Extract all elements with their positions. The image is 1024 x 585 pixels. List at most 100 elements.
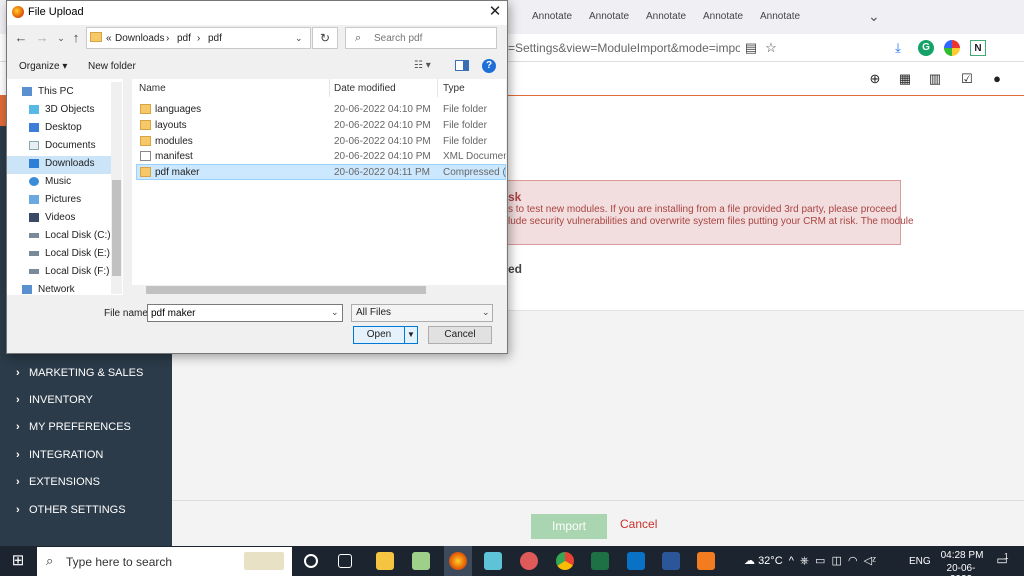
app-icon[interactable] [484, 552, 502, 570]
organize-button[interactable]: Organize ▾ [19, 61, 67, 72]
xampp-icon[interactable] [697, 552, 715, 570]
file-name[interactable]: languages [155, 104, 201, 115]
computer-icon [22, 86, 32, 96]
breadcrumb-separator: › [166, 33, 170, 44]
cube-icon [29, 104, 39, 114]
plus-circle-icon[interactable]: ⊕ [868, 72, 882, 86]
open-button[interactable]: Open [353, 326, 405, 344]
nav-item-network[interactable]: Network [22, 285, 122, 295]
column-divider[interactable] [329, 79, 330, 97]
chevron-right-icon: › [16, 421, 20, 433]
download-icon[interactable]: ⤓ [890, 40, 906, 56]
column-header-date[interactable]: Date modified [334, 83, 396, 94]
url-text[interactable]: =Settings&view=ModuleImport&mode=importU [508, 41, 740, 55]
breadcrumb-item-downloads[interactable]: Downloads [115, 33, 164, 44]
calendar-icon[interactable]: ▦ [898, 72, 912, 86]
nav-scroll-thumb[interactable] [112, 180, 121, 276]
file-name[interactable]: pdf maker [155, 167, 199, 178]
chevron-down-icon[interactable]: ⌄ [331, 307, 341, 318]
search-highlight-icon [244, 552, 284, 570]
close-icon[interactable]: ✕ [488, 4, 502, 20]
search-icon: ⌕ [46, 553, 54, 568]
file-name-input[interactable] [147, 304, 343, 322]
sidebar-item-my-preferences[interactable]: › MY PREFERENCES [16, 419, 131, 435]
file-type: File folder [443, 104, 487, 115]
browser-tab[interactable]: Annotate [532, 6, 588, 28]
browser-tab[interactable]: Annotate [703, 6, 759, 28]
back-arrow-icon[interactable]: ← [14, 31, 28, 45]
vscode-icon[interactable] [627, 552, 645, 570]
file-name[interactable]: modules [155, 136, 193, 147]
dialog-cancel-button[interactable]: Cancel [428, 326, 492, 344]
view-options-icon[interactable]: ☷ ▾ [414, 59, 442, 73]
file-name[interactable]: layouts [155, 120, 187, 131]
sidebar-item-marketing-sales[interactable]: › MARKETING & SALES [16, 365, 143, 381]
clock-time[interactable]: 04:28 PM [940, 550, 984, 561]
open-dropdown-icon[interactable]: ▼ [405, 326, 418, 344]
chrome-icon[interactable] [556, 552, 574, 570]
file-date: 20-06-2022 04:10 PM [334, 151, 431, 162]
refresh-button[interactable]: ↻ [312, 27, 338, 49]
browser-tab[interactable]: Annotate [589, 6, 645, 28]
breadcrumb-item-pdf[interactable]: pdf [208, 33, 222, 44]
user-icon[interactable]: ● [990, 72, 1004, 86]
tray-icons[interactable]: ^ ⎈ ▭ ◫ ◠ ◁ᶻ [786, 555, 876, 567]
taskbar-search-placeholder[interactable]: Type here to search [66, 555, 172, 569]
colorful-extension-icon[interactable] [944, 40, 960, 56]
warning-text: lude security vulnerabilities and overwr… [508, 216, 914, 227]
nav-item-this-pc[interactable]: This PC [22, 83, 122, 101]
file-type-select[interactable]: All Files [351, 304, 493, 322]
sidebar-item-inventory[interactable]: › INVENTORY [16, 392, 93, 408]
column-header-name[interactable]: Name [139, 83, 166, 94]
browser-tab[interactable]: Annotate [760, 6, 816, 28]
column-divider[interactable] [437, 79, 438, 97]
breadcrumb-separator: › [197, 33, 201, 44]
bar-chart-icon[interactable]: ▥ [928, 72, 942, 86]
language-indicator[interactable]: ENG [909, 556, 931, 567]
chevron-down-icon[interactable]: ⌄ [482, 307, 492, 318]
excel-icon[interactable] [591, 552, 609, 570]
cortana-icon[interactable] [304, 554, 318, 568]
reader-icon[interactable]: ▤ [743, 40, 759, 56]
desktop-icon [29, 122, 39, 132]
new-folder-button[interactable]: New folder [88, 61, 136, 72]
cancel-link[interactable]: Cancel [620, 517, 657, 531]
drive-icon [29, 250, 39, 256]
notepad-icon[interactable] [412, 552, 430, 570]
breadcrumb-overflow[interactable]: « [106, 33, 112, 44]
weather-widget[interactable]: ☁ 32°C ^ ⎈ ▭ ◫ ◠ ◁ᶻ [744, 554, 876, 568]
windows-start-icon[interactable]: ⊞ [10, 553, 26, 569]
search-icon: ⌕ [355, 32, 362, 44]
firefox-icon[interactable] [449, 552, 467, 570]
clock-date[interactable]: 20-06-2022 [936, 563, 986, 585]
column-header-type[interactable]: Type [443, 83, 465, 94]
import-button[interactable]: Import [531, 514, 607, 539]
forward-arrow-icon[interactable]: → [35, 31, 49, 45]
sidebar-item-other-settings[interactable]: › OTHER SETTINGS [16, 502, 126, 518]
chevron-down-icon[interactable]: ⌄ [868, 8, 884, 24]
notion-icon[interactable]: N [970, 40, 986, 56]
file-type: File folder [443, 120, 487, 131]
chevron-down-icon[interactable]: ⌄ [295, 33, 305, 44]
task-view-icon[interactable] [338, 554, 352, 568]
sidebar-item-extensions[interactable]: › EXTENSIONS [16, 474, 100, 490]
up-arrow-icon[interactable]: ↑ [69, 31, 83, 45]
paint-icon[interactable] [520, 552, 538, 570]
chevron-right-icon: › [16, 476, 20, 488]
browser-tab[interactable]: Annotate [646, 6, 702, 28]
help-icon[interactable]: ? [482, 59, 496, 73]
preview-pane-icon[interactable] [455, 60, 469, 71]
grammarly-icon[interactable]: G [918, 40, 934, 56]
search-input[interactable] [374, 29, 492, 47]
cloud-icon: ☁ [744, 555, 755, 567]
star-icon[interactable]: ☆ [763, 40, 779, 56]
horizontal-scroll-thumb[interactable] [146, 286, 426, 294]
sidebar-item-integration[interactable]: › INTEGRATION [16, 447, 103, 463]
checkbox-icon[interactable]: ☑ [960, 72, 974, 86]
word-icon[interactable] [662, 552, 680, 570]
warning-text: s to test new modules. If you are instal… [508, 204, 897, 215]
file-name[interactable]: manifest [155, 151, 193, 162]
breadcrumb-item-pdf[interactable]: pdf [177, 33, 191, 44]
file-explorer-icon[interactable] [376, 552, 394, 570]
recent-locations-icon[interactable]: ⌄ [54, 31, 68, 45]
